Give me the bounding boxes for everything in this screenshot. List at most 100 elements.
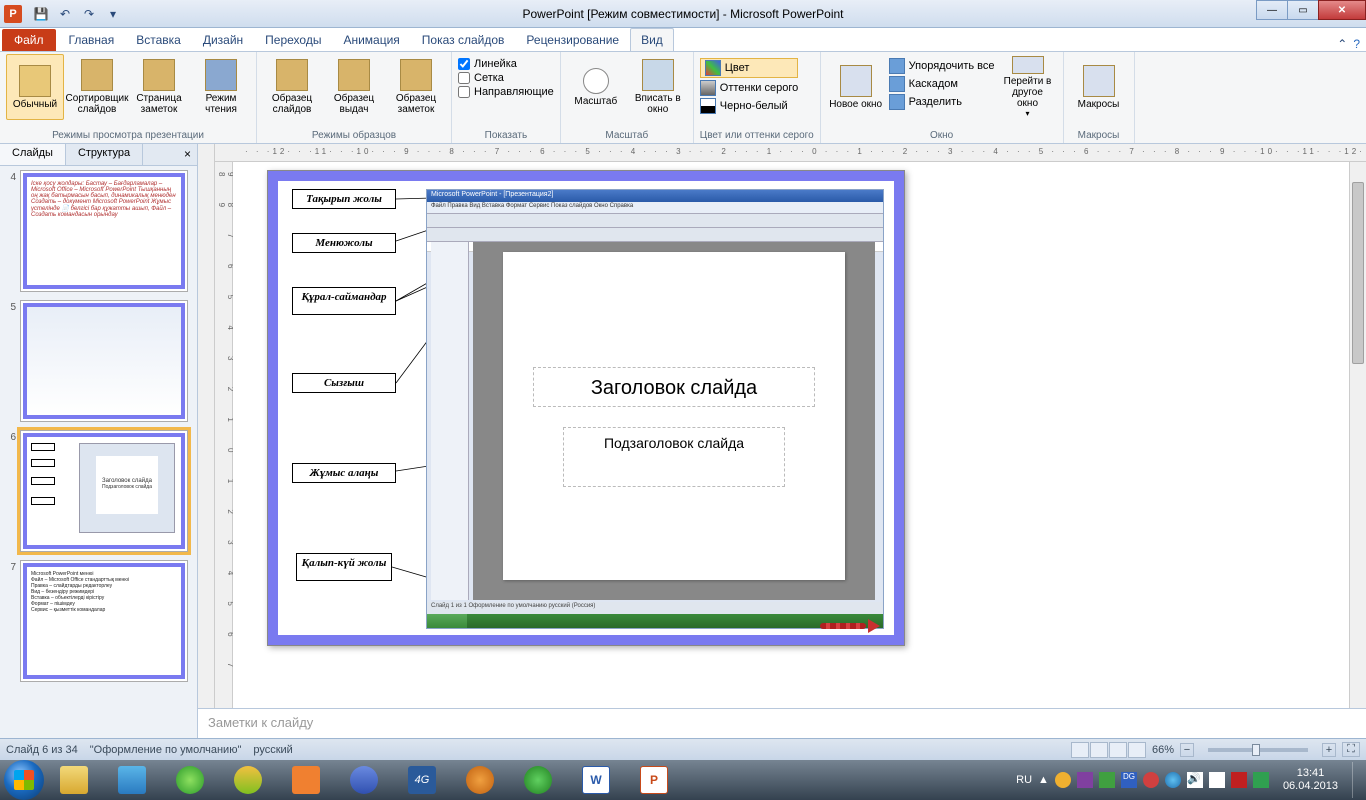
tray-icon[interactable] xyxy=(1143,772,1159,788)
qat-dropdown-icon[interactable]: ▾ xyxy=(102,3,124,25)
tab-home[interactable]: Главная xyxy=(58,28,126,51)
slide-thumbnail[interactable]: Іске қосу жолдары: Бастау – Бағдарламала… xyxy=(20,170,188,292)
slide-master-button[interactable]: Образец слайдов xyxy=(263,54,321,120)
window-controls: — ▭ ✕ xyxy=(1256,0,1366,20)
taskbar-app[interactable]: 4G xyxy=(394,763,450,797)
ruler-checkbox[interactable]: Линейка xyxy=(458,58,554,70)
close-button[interactable]: ✕ xyxy=(1318,0,1366,20)
taskbar-app[interactable] xyxy=(220,763,276,797)
notes-placeholder: Заметки к слайду xyxy=(208,715,313,730)
slide-thumbnail[interactable]: Microsoft PowerPoint менюіФайл – Microso… xyxy=(20,560,188,682)
maximize-button[interactable]: ▭ xyxy=(1287,0,1319,20)
taskbar-powerpoint[interactable]: P xyxy=(626,763,682,797)
tab-design[interactable]: Дизайн xyxy=(192,28,254,51)
tray-show-hidden-icon[interactable]: ▲ xyxy=(1038,774,1049,786)
slide-sorter-button[interactable]: Сортировщик слайдов xyxy=(68,54,126,120)
reading-view-button[interactable]: Режим чтения xyxy=(192,54,250,120)
taskbar-app[interactable] xyxy=(278,763,334,797)
slide-canvas[interactable]: Тақырып жолы Менюжолы Құрал-саймандар Сы… xyxy=(233,162,1349,708)
callout-title-bar[interactable]: Тақырып жолы xyxy=(292,189,396,209)
guides-checkbox[interactable]: Направляющие xyxy=(458,86,554,98)
zoom-out-button[interactable]: − xyxy=(1180,743,1194,757)
notes-pane[interactable]: Заметки к слайду xyxy=(198,708,1366,738)
tray-icon[interactable] xyxy=(1099,772,1115,788)
taskbar-app[interactable] xyxy=(336,763,392,797)
taskbar-word[interactable]: W xyxy=(568,763,624,797)
undo-icon[interactable]: ↶ xyxy=(54,3,76,25)
redo-icon[interactable]: ↷ xyxy=(78,3,100,25)
tray-icon[interactable] xyxy=(1055,772,1071,788)
vertical-scrollbar[interactable] xyxy=(1349,162,1366,708)
tab-slideshow[interactable]: Показ слайдов xyxy=(411,28,516,51)
group-presentation-views: Обычный Сортировщик слайдов Страница зам… xyxy=(0,52,257,143)
tab-view[interactable]: Вид xyxy=(630,28,674,51)
show-desktop-button[interactable] xyxy=(1352,762,1362,798)
zoom-in-button[interactable]: + xyxy=(1322,743,1336,757)
split-button[interactable]: Разделить xyxy=(889,94,995,110)
taskbar-media-player[interactable] xyxy=(452,763,508,797)
mock-sidebar xyxy=(431,242,469,600)
zoom-button[interactable]: Масштаб xyxy=(567,54,625,120)
tray-icon[interactable] xyxy=(1231,772,1247,788)
start-button[interactable] xyxy=(4,760,44,800)
cascade-button[interactable]: Каскадом xyxy=(889,76,995,92)
tray-icon[interactable] xyxy=(1253,772,1269,788)
callout-toolbars[interactable]: Құрал-саймандар xyxy=(292,287,396,315)
outline-tab[interactable]: Структура xyxy=(66,144,143,165)
slide-thumbnail[interactable] xyxy=(20,300,188,422)
gridlines-checkbox[interactable]: Сетка xyxy=(458,72,554,84)
switch-windows-button[interactable]: Перейти в другое окно▾ xyxy=(999,54,1057,120)
tray-action-center-icon[interactable]: 🏳 xyxy=(1209,772,1225,788)
handout-master-button[interactable]: Образец выдач xyxy=(325,54,383,120)
callout-work-area[interactable]: Жұмыс алаңы xyxy=(292,463,396,483)
slide-thumbnail[interactable]: Заголовок слайдаПодзаголовок слайда xyxy=(20,430,188,552)
tray-network-icon[interactable] xyxy=(1165,772,1181,788)
mock-menu-bar: Файл Правка Вид Вставка Формат Сервис По… xyxy=(427,202,883,214)
macros-button[interactable]: Макросы xyxy=(1070,54,1128,120)
tray-icon[interactable] xyxy=(1077,772,1093,788)
tray-icon[interactable]: DG xyxy=(1121,772,1137,788)
tray-volume-icon[interactable]: 🔊 xyxy=(1187,772,1203,788)
ribbon-minimize-icon[interactable]: ⌃ xyxy=(1337,37,1347,51)
file-tab[interactable]: Файл xyxy=(2,29,56,51)
thumbnails-list[interactable]: 4Іске қосу жолдары: Бастау – Бағдарламал… xyxy=(0,166,197,738)
notes-master-button[interactable]: Образец заметок xyxy=(387,54,445,120)
callout-menu-bar[interactable]: Менюжолы xyxy=(292,233,396,253)
blackwhite-button[interactable]: Черно-белый xyxy=(700,98,798,114)
taskbar-app[interactable] xyxy=(162,763,218,797)
tab-insert[interactable]: Вставка xyxy=(125,28,192,51)
zoom-percent[interactable]: 66% xyxy=(1152,744,1174,756)
slides-tab[interactable]: Слайды xyxy=(0,144,66,165)
fit-to-window-button[interactable]: Вписать в окно xyxy=(629,54,687,120)
taskbar-app[interactable] xyxy=(104,763,160,797)
status-language[interactable]: русский xyxy=(253,744,292,756)
panel-close-icon[interactable]: × xyxy=(178,144,197,165)
help-icon[interactable]: ? xyxy=(1353,37,1360,51)
arrange-all-button[interactable]: Упорядочить все xyxy=(889,58,995,74)
system-tray: RU ▲ DG 🔊 🏳 13:41 06.04.2013 xyxy=(1016,760,1362,800)
minimize-button[interactable]: — xyxy=(1256,0,1288,20)
grayscale-button[interactable]: Оттенки серого xyxy=(700,80,798,96)
callout-status-bar[interactable]: Қалып-күй жолы xyxy=(296,553,392,581)
tray-clock[interactable]: 13:41 06.04.2013 xyxy=(1275,767,1346,793)
current-slide[interactable]: Тақырып жолы Менюжолы Құрал-саймандар Сы… xyxy=(267,170,905,646)
fit-to-window-icon[interactable]: ⛶ xyxy=(1342,742,1360,757)
normal-view-button[interactable]: Обычный xyxy=(6,54,64,120)
callout-ruler[interactable]: Сызғыш xyxy=(292,373,396,393)
tab-transitions[interactable]: Переходы xyxy=(254,28,332,51)
color-button[interactable]: Цвет xyxy=(700,58,798,78)
taskbar-explorer[interactable] xyxy=(46,763,102,797)
tab-animations[interactable]: Анимация xyxy=(332,28,410,51)
new-window-button[interactable]: Новое окно xyxy=(827,54,885,120)
slideshow-view-icon[interactable] xyxy=(1128,742,1146,758)
save-icon[interactable]: 💾 xyxy=(30,3,52,25)
zoom-slider[interactable] xyxy=(1208,748,1308,752)
taskbar-app[interactable] xyxy=(510,763,566,797)
tray-language[interactable]: RU xyxy=(1016,774,1032,786)
normal-view-icon[interactable] xyxy=(1071,742,1089,758)
tab-review[interactable]: Рецензирование xyxy=(515,28,630,51)
sorter-view-icon[interactable] xyxy=(1090,742,1108,758)
reading-view-icon[interactable] xyxy=(1109,742,1127,758)
notes-page-button[interactable]: Страница заметок xyxy=(130,54,188,120)
window-title: PowerPoint [Режим совместимости] - Micro… xyxy=(522,7,843,21)
